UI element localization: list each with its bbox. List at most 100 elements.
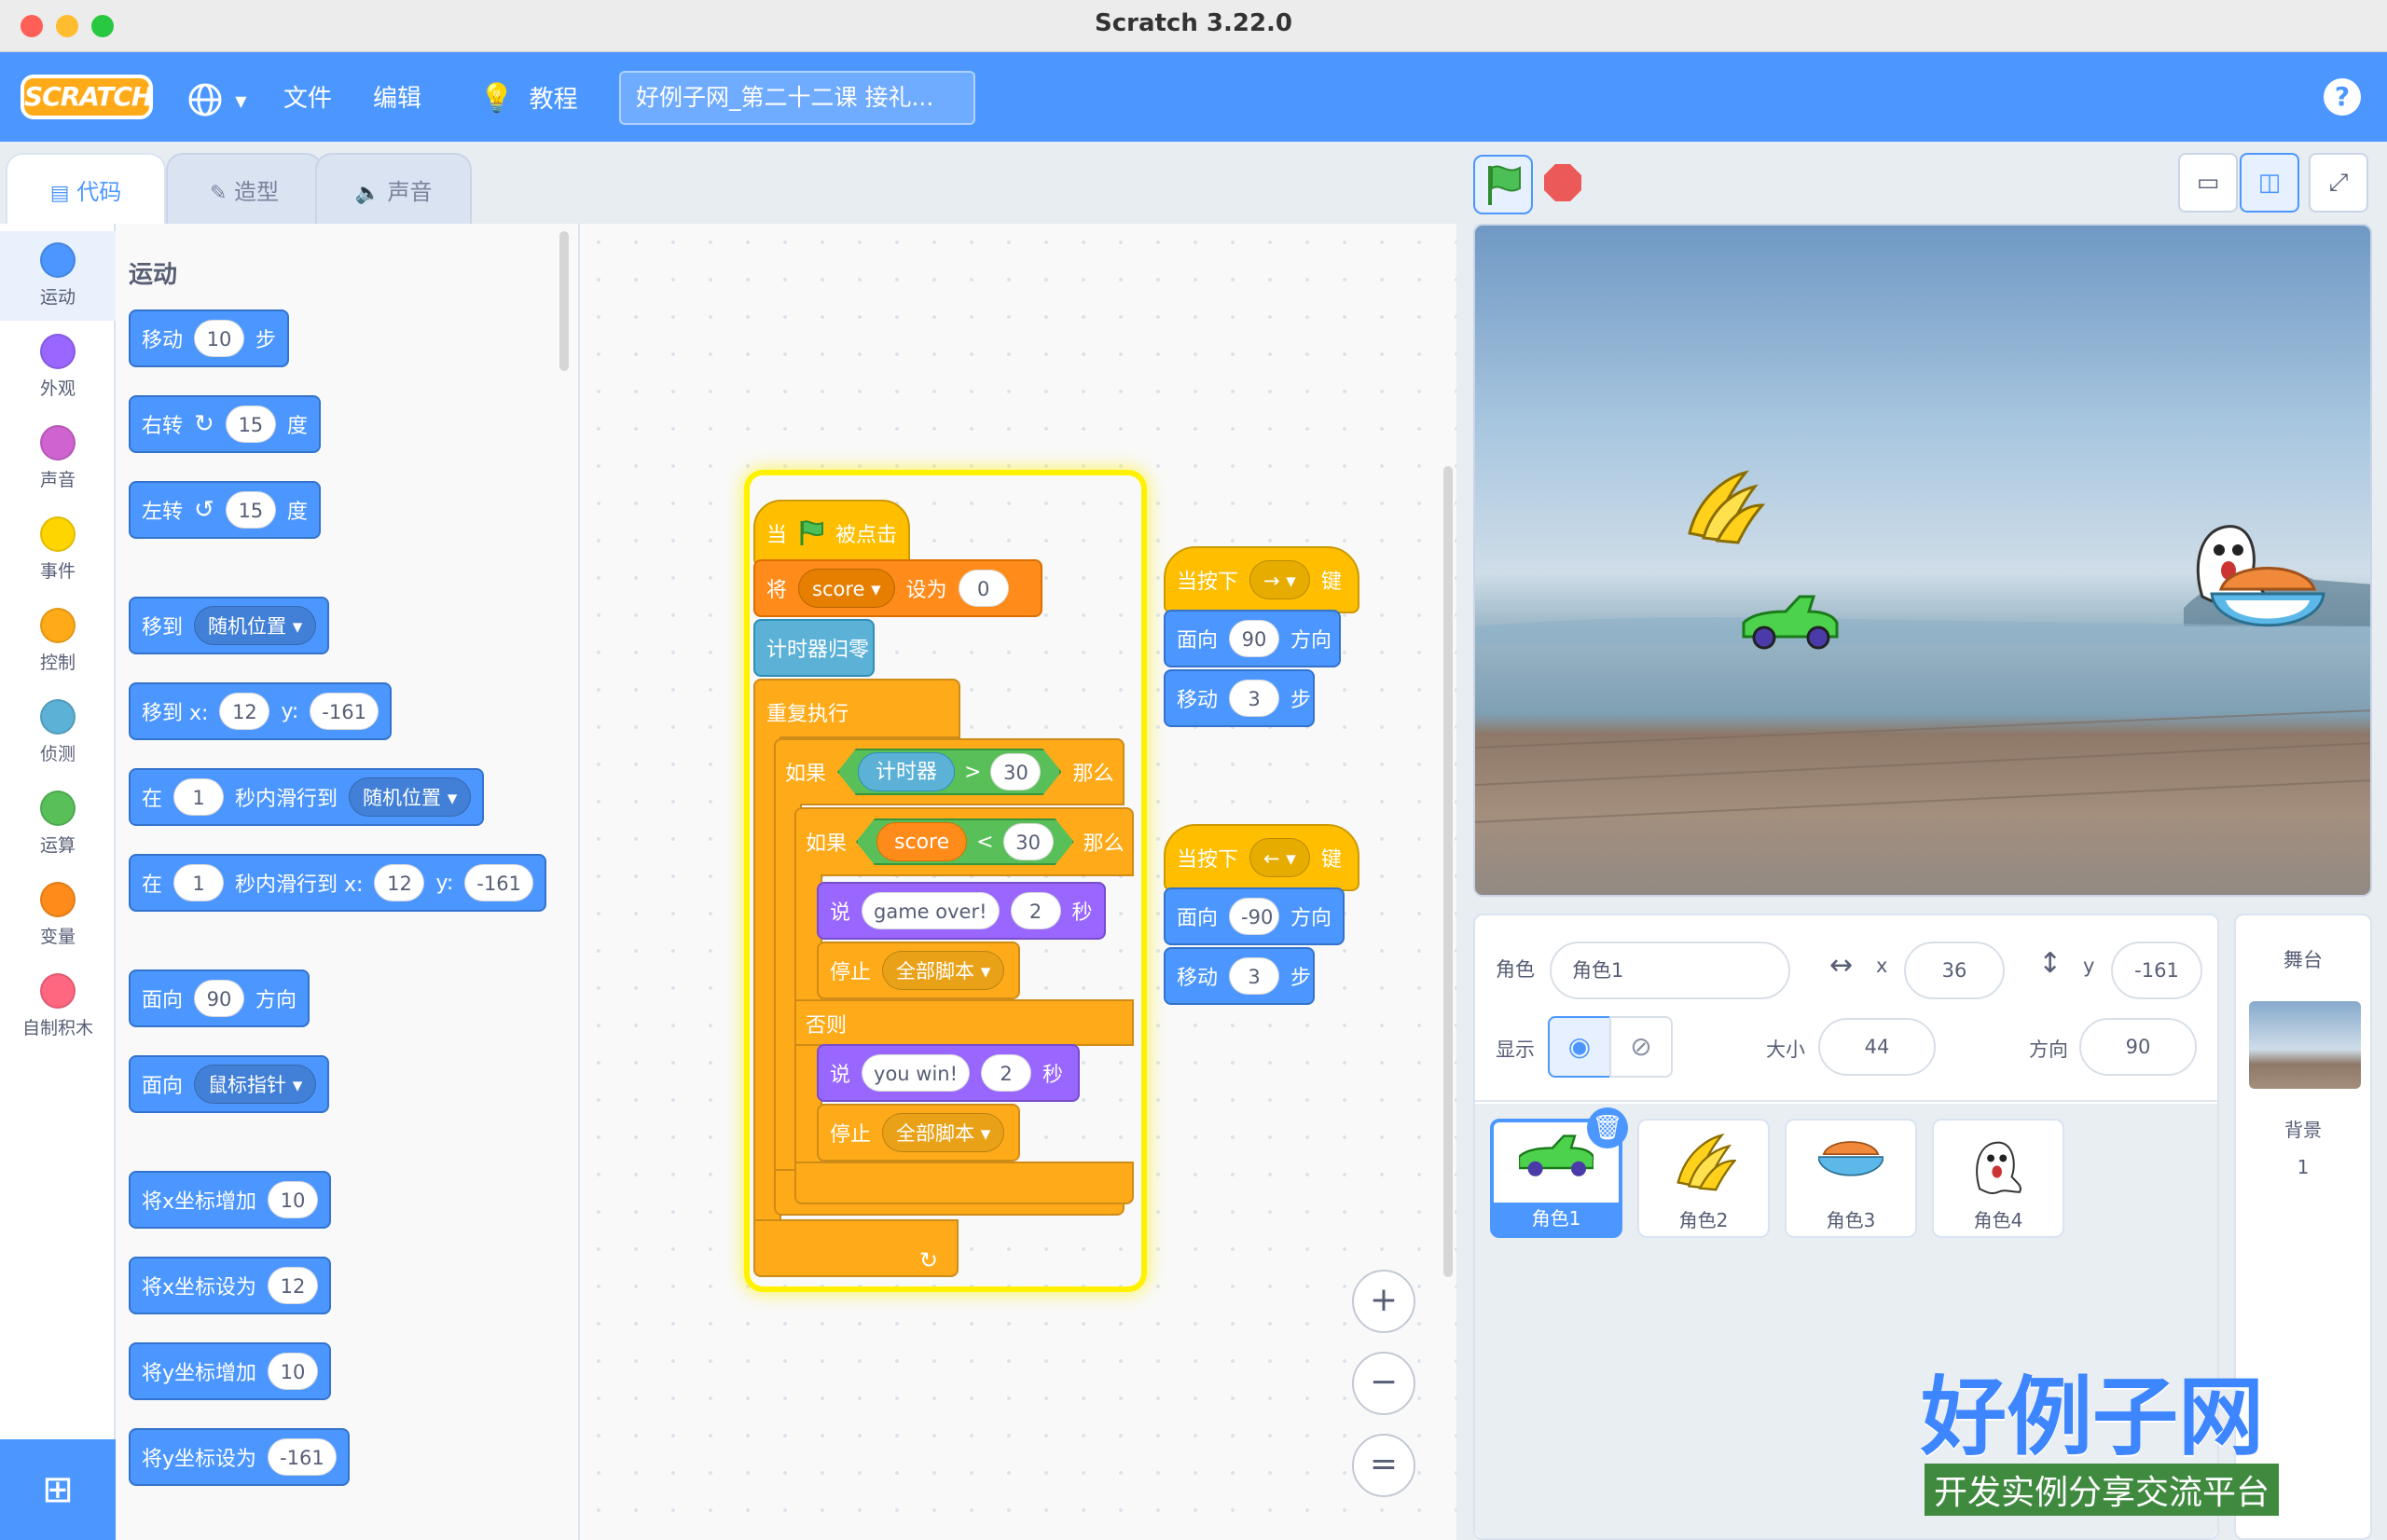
- backdrop-thumbnail[interactable]: [2249, 1001, 2361, 1089]
- message-input[interactable]: game over!: [862, 892, 1000, 929]
- number-input[interactable]: 15: [225, 406, 276, 443]
- block-goto-xy[interactable]: 移到 x: 12 y: -161: [129, 682, 392, 740]
- seconds-input[interactable]: 1: [173, 778, 225, 816]
- goto-dropdown[interactable]: 随机位置 ▾: [194, 606, 317, 645]
- help-icon[interactable]: ?: [2324, 78, 2361, 116]
- category-2[interactable]: 声音: [0, 414, 116, 503]
- number-input[interactable]: 12: [268, 1267, 319, 1304]
- large-stage-button[interactable]: ◫: [2240, 153, 2299, 213]
- steps-input[interactable]: 3: [1229, 957, 1280, 995]
- steps-input[interactable]: 3: [1229, 680, 1280, 717]
- block-turn-left[interactable]: 左转 ↺ 15 度: [129, 481, 321, 539]
- file-menu[interactable]: 文件: [283, 78, 332, 119]
- block-glide[interactable]: 在 1 秒内滑行到 随机位置 ▾: [129, 768, 485, 826]
- category-0[interactable]: 运动: [0, 231, 116, 321]
- stop-dropdown[interactable]: 全部脚本 ▾: [882, 1113, 1005, 1152]
- seconds-input[interactable]: 1: [173, 864, 225, 901]
- glide-dropdown[interactable]: 随机位置 ▾: [349, 777, 472, 817]
- less-than-operator[interactable]: score < 30: [856, 818, 1074, 865]
- message-input[interactable]: you win!: [862, 1054, 971, 1092]
- sprite-name-input[interactable]: 角色1: [1550, 942, 1790, 999]
- zoom-reset-button[interactable]: =: [1352, 1434, 1415, 1497]
- direction-input[interactable]: 90: [1229, 620, 1280, 657]
- tutorials-menu[interactable]: 💡 教程: [479, 78, 584, 119]
- tab-costumes[interactable]: ✎ 造型: [166, 153, 323, 226]
- tab-code[interactable]: ▤ 代码: [6, 153, 166, 226]
- fullscreen-button[interactable]: ⤢: [2309, 153, 2368, 213]
- block-stop-all-1[interactable]: 停止 全部脚本 ▾: [817, 942, 1020, 999]
- block-change-y[interactable]: 将y坐标增加 10: [129, 1342, 332, 1400]
- small-stage-button[interactable]: ▭: [2178, 153, 2238, 213]
- zoom-out-button[interactable]: −: [1352, 1352, 1415, 1415]
- green-flag-button[interactable]: [1473, 155, 1533, 214]
- block-point-90[interactable]: 面向 90 方向: [1164, 610, 1341, 667]
- block-move-steps[interactable]: 移动 10 步: [129, 309, 290, 367]
- block-move-3-right[interactable]: 移动 3 步: [1164, 669, 1315, 727]
- category-1[interactable]: 外观: [0, 323, 116, 412]
- block-glide-xy[interactable]: 在 1 秒内滑行到 x: 12 y: -161: [129, 854, 546, 912]
- block-when-right-key[interactable]: 当按下 → ▾ 键: [1164, 546, 1359, 613]
- stop-dropdown[interactable]: 全部脚本 ▾: [882, 951, 1005, 990]
- stage-canvas[interactable]: [1473, 224, 2372, 897]
- towards-dropdown[interactable]: 鼠标指针 ▾: [194, 1065, 317, 1104]
- category-6[interactable]: 运算: [0, 779, 116, 869]
- category-3[interactable]: 事件: [0, 505, 116, 595]
- number-input[interactable]: 10: [268, 1353, 319, 1390]
- block-set-y[interactable]: 将y坐标设为 -161: [129, 1428, 350, 1486]
- y-input[interactable]: -161: [310, 693, 379, 730]
- seconds-input[interactable]: 2: [981, 1054, 1032, 1092]
- block-set-x[interactable]: 将x坐标设为 12: [129, 1257, 332, 1314]
- number-input[interactable]: -161: [268, 1438, 337, 1476]
- palette-scrollbar[interactable]: [559, 231, 569, 371]
- y-input[interactable]: -161: [464, 864, 533, 901]
- score-reporter[interactable]: score: [876, 822, 967, 861]
- delete-sprite-button[interactable]: 🗑: [1587, 1107, 1628, 1148]
- sprite-tile-2[interactable]: 角色2: [1637, 1119, 1770, 1238]
- edit-menu[interactable]: 编辑: [373, 78, 421, 119]
- block-move-3-left[interactable]: 移动 3 步: [1164, 947, 1315, 1005]
- block-when-left-key[interactable]: 当按下 ← ▾ 键: [1164, 824, 1359, 891]
- block-stop-all-2[interactable]: 停止 全部脚本 ▾: [817, 1104, 1020, 1162]
- block-point-direction[interactable]: 面向 90 方向: [129, 969, 310, 1027]
- workspace-scrollbar[interactable]: [1443, 466, 1453, 1277]
- y-input[interactable]: -161: [2111, 942, 2202, 999]
- number-input[interactable]: 10: [194, 320, 245, 357]
- number-input[interactable]: 15: [225, 491, 276, 529]
- block-say-you-win[interactable]: 说 you win! 2 秒: [817, 1044, 1080, 1102]
- block-point-towards[interactable]: 面向 鼠标指针 ▾: [129, 1055, 330, 1113]
- sprite-tile-4[interactable]: 角色4: [1932, 1119, 2064, 1238]
- zoom-in-button[interactable]: +: [1352, 1270, 1415, 1333]
- stop-button[interactable]: [1544, 164, 1581, 201]
- tab-sounds[interactable]: 🔈 声音: [315, 153, 472, 226]
- x-input[interactable]: 36: [1904, 942, 2005, 999]
- direction-input[interactable]: -90: [1229, 898, 1280, 935]
- seconds-input[interactable]: 2: [1010, 892, 1061, 929]
- size-input[interactable]: 44: [1818, 1018, 1936, 1076]
- direction-input[interactable]: 90: [2079, 1018, 2197, 1076]
- value-input[interactable]: 0: [958, 570, 1009, 607]
- language-menu[interactable]: ▼: [186, 78, 255, 119]
- key-dropdown[interactable]: ← ▾: [1249, 838, 1310, 877]
- x-input[interactable]: 12: [219, 693, 270, 730]
- timer-reporter[interactable]: 计时器: [858, 752, 955, 791]
- block-goto[interactable]: 移到 随机位置 ▾: [129, 597, 330, 654]
- variable-dropdown[interactable]: score ▾: [798, 569, 895, 608]
- category-4[interactable]: 控制: [0, 597, 116, 686]
- category-7[interactable]: 变量: [0, 871, 116, 960]
- show-sprite-button[interactable]: ◉: [1548, 1016, 1611, 1078]
- ghost-sprite[interactable]: [2196, 525, 2266, 605]
- sprite-tile-3[interactable]: 角色3: [1785, 1119, 1917, 1238]
- hide-sprite-button[interactable]: ⊘: [1609, 1016, 1673, 1078]
- number-input[interactable]: 30: [1003, 823, 1054, 860]
- block-say-game-over[interactable]: 说 game over! 2 秒: [817, 882, 1106, 940]
- greater-than-operator[interactable]: 计时器 > 30: [837, 749, 1061, 795]
- x-input[interactable]: 12: [374, 864, 425, 901]
- category-5[interactable]: 侦测: [0, 688, 116, 777]
- block-set-variable[interactable]: 将 score ▾ 设为 0: [753, 559, 1042, 617]
- block-change-x[interactable]: 将x坐标增加 10: [129, 1171, 332, 1229]
- project-title-input[interactable]: 好例子网_第二十二课 接礼...: [619, 71, 975, 125]
- block-turn-right[interactable]: 右转 ↻ 15 度: [129, 395, 321, 453]
- number-input[interactable]: 30: [990, 753, 1041, 791]
- direction-input[interactable]: 90: [194, 980, 245, 1017]
- block-reset-timer[interactable]: 计时器归零: [753, 619, 875, 677]
